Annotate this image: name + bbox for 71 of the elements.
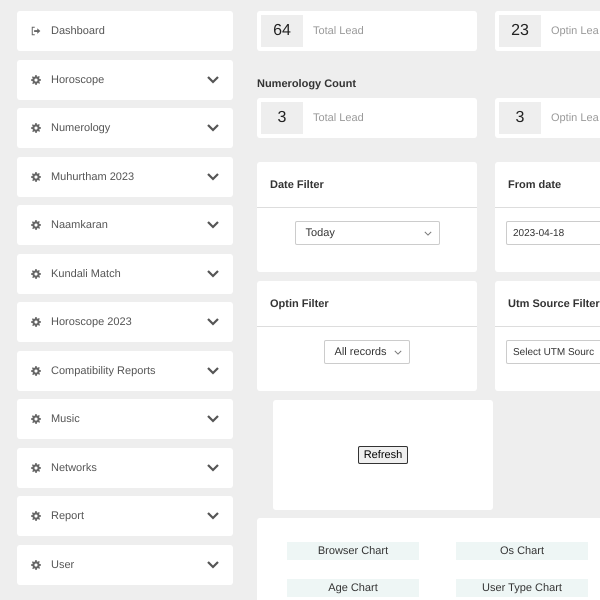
sidebar-item[interactable]: Horoscope 2023	[17, 302, 233, 342]
select-field[interactable]: All records	[324, 340, 410, 364]
gear-icon	[31, 462, 41, 472]
gear-icon	[31, 366, 41, 376]
gear-icon	[31, 317, 41, 327]
gear-icon	[31, 172, 41, 182]
chevron-down-icon	[394, 350, 402, 354]
input-field[interactable]: Select UTM Sourc	[506, 340, 600, 364]
chevron-down-icon[interactable]	[207, 464, 219, 472]
chevron-down-icon[interactable]	[207, 172, 219, 180]
stat-number: 64	[261, 15, 303, 47]
sidebar-item[interactable]: Naamkaran	[17, 205, 233, 245]
gear-icon	[31, 560, 41, 570]
chart-button[interactable]: Age Chart	[287, 579, 419, 597]
sidebar-item[interactable]: Music	[17, 399, 233, 439]
gear-icon	[31, 74, 41, 84]
sidebar-item[interactable]: Report	[17, 496, 233, 536]
chart-button[interactable]: Os Chart	[456, 542, 588, 560]
sidebar-item[interactable]: Muhurtham 2023	[17, 156, 233, 196]
filter-title: Utm Source Filter	[508, 298, 600, 310]
chevron-down-icon[interactable]	[207, 415, 219, 423]
chevron-down-icon[interactable]	[207, 270, 219, 278]
sidebar-item[interactable]: Kundali Match	[17, 254, 233, 294]
chart-button[interactable]: Browser Chart	[287, 542, 419, 560]
gear-icon	[31, 268, 41, 278]
sidebar-item[interactable]: Compatibility Reports	[17, 350, 233, 390]
chart-button[interactable]: User Type Chart	[456, 579, 588, 597]
sidebar-label[interactable]: User	[51, 558, 207, 570]
sidebar-label[interactable]: Horoscope 2023	[51, 316, 207, 328]
gear-icon	[31, 511, 41, 521]
stat-label: Optin Lea	[551, 25, 599, 37]
input-field[interactable]: 2023-04-18	[506, 221, 600, 245]
stat-number: 3	[261, 102, 303, 134]
stat-label: Total Lead	[313, 25, 364, 37]
sidebar-item[interactable]: User	[17, 544, 233, 584]
chevron-down-icon[interactable]	[207, 512, 219, 520]
sidebar-label[interactable]: Muhurtham 2023	[51, 170, 207, 182]
filter-title: Optin Filter	[270, 298, 329, 310]
refresh-button[interactable]: Refresh	[358, 446, 408, 464]
chevron-down-icon[interactable]	[207, 366, 219, 374]
sidebar-label[interactable]: Music	[51, 413, 207, 425]
chevron-down-icon[interactable]	[207, 76, 219, 84]
chevron-down-icon[interactable]	[207, 318, 219, 326]
sidebar-item[interactable]: Dashboard	[17, 11, 233, 51]
stat-label: Optin Lea	[551, 112, 599, 124]
sidebar-label[interactable]: Networks	[51, 462, 207, 474]
sidebar-label[interactable]: Kundali Match	[51, 268, 207, 280]
gear-icon	[31, 414, 41, 424]
select-field[interactable]: Today	[294, 221, 440, 245]
gear-icon	[31, 220, 41, 230]
stat-number: 3	[499, 102, 541, 134]
sidebar-label[interactable]: Dashboard	[51, 25, 219, 37]
sidebar-label[interactable]: Naamkaran	[51, 219, 207, 231]
stat-label: Total Lead	[313, 112, 364, 124]
chevron-down-icon[interactable]	[207, 560, 219, 568]
chevron-down-icon[interactable]	[207, 124, 219, 132]
gear-icon	[31, 123, 41, 133]
filter-title: Date Filter	[270, 178, 324, 190]
sidebar-label[interactable]: Compatibility Reports	[51, 364, 207, 376]
sidebar-label[interactable]: Horoscope	[51, 74, 207, 86]
sidebar-label[interactable]: Numerology	[51, 122, 207, 134]
stat-number: 23	[499, 15, 541, 47]
sidebar-item[interactable]: Numerology	[17, 108, 233, 148]
exit-icon	[31, 26, 41, 36]
chevron-down-icon[interactable]	[207, 221, 219, 229]
sidebar-item[interactable]: Networks	[17, 448, 233, 488]
section-title: Numerology Count	[257, 78, 357, 90]
sidebar-label[interactable]: Report	[51, 510, 207, 522]
filter-title: From date	[508, 178, 562, 190]
chevron-down-icon	[424, 230, 432, 236]
sidebar-item[interactable]: Horoscope	[17, 60, 233, 100]
